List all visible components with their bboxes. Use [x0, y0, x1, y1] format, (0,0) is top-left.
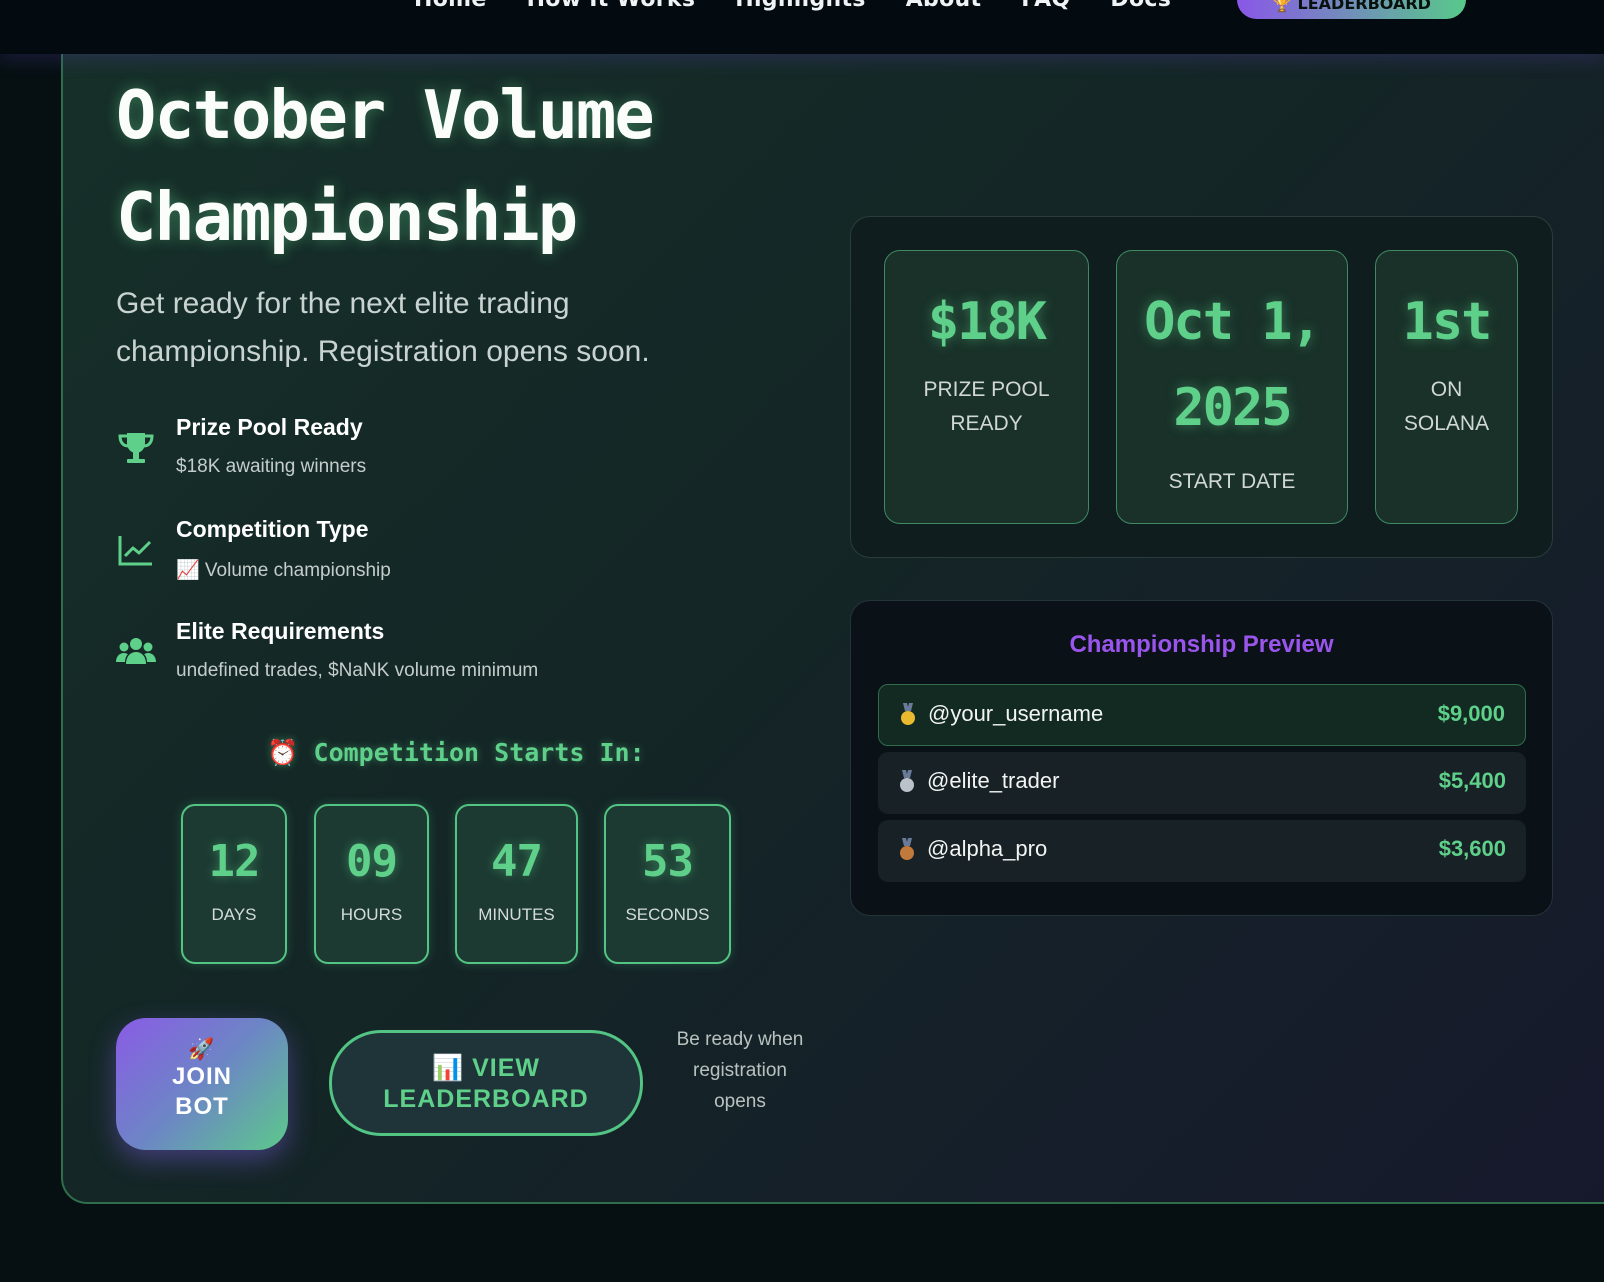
leaderboard-username: @alpha_pro [927, 836, 1048, 861]
silver-medal-icon [900, 770, 914, 792]
title-line-1: October Volume [116, 76, 655, 154]
leaderboard-row: @alpha_pro $3,600 [878, 820, 1526, 882]
leaderboard-row: @elite_trader $5,400 [878, 752, 1526, 814]
championship-preview: Championship Preview @your_username $9,0… [850, 600, 1553, 916]
hero-subtitle: Get ready for the next elite trading cha… [116, 287, 650, 368]
feature-title: Competition Type [176, 516, 369, 542]
countdown-value: 53 [642, 836, 694, 887]
feature-desc: undefined trades, $NaNK volume minimum [176, 660, 539, 681]
leaderboard-amount: $9,000 [1437, 701, 1505, 726]
chart-line-icon [118, 536, 152, 566]
rocket-icon: 🚀 [188, 1038, 216, 1061]
stat-label: PRIZE POOL READY [923, 378, 1050, 435]
nav-links: Home How It Works Highlights About FAQ D… [414, 0, 1171, 12]
countdown-value: 47 [491, 836, 543, 887]
countdown-value: 09 [346, 836, 398, 887]
leaderboard-row: @your_username $9,000 [878, 684, 1526, 746]
registration-note: Be ready when registration opens [676, 1029, 804, 1112]
preview-title: Championship Preview [1069, 631, 1334, 658]
stat-label: START DATE [1168, 470, 1296, 493]
leaderboard-username: @your_username [928, 701, 1104, 726]
feature-title: Prize Pool Ready [176, 414, 363, 440]
stat-value: Oct 1, 2025 [1144, 292, 1322, 438]
nav-link-faq[interactable]: FAQ [1021, 0, 1070, 12]
countdown-seconds: 53 SECONDS [604, 804, 731, 964]
countdown-label: HOURS [340, 905, 403, 924]
countdown-label: DAYS [211, 905, 257, 924]
feature-desc: 📈 Volume championship [176, 560, 391, 581]
leaderboard-username: @elite_trader [927, 768, 1060, 793]
countdown-days: 12 DAYS [181, 804, 287, 964]
stat-label: ON SOLANA [1403, 378, 1490, 435]
countdown-minutes: 47 MINUTES [455, 804, 578, 964]
nav-link-highlights[interactable]: Highlights [735, 0, 865, 12]
users-icon [116, 638, 156, 664]
countdown-label: MINUTES [478, 905, 555, 924]
top-nav: Home How It Works Highlights About FAQ D… [0, 0, 1604, 54]
leaderboard-amount: $3,600 [1438, 836, 1506, 861]
feature-desc: $18K awaiting winners [176, 456, 367, 477]
page-title: October Volume Championship [116, 64, 876, 268]
stat-value: $18K [927, 292, 1047, 352]
stat-value: 1st [1402, 292, 1493, 352]
stat-network: 1st ON SOLANA [1375, 250, 1518, 524]
join-bot-button[interactable]: 🚀 JOIN BOT [116, 1018, 288, 1150]
stat-start-date: Oct 1, 2025 START DATE [1116, 250, 1348, 524]
nav-link-docs[interactable]: Docs [1110, 0, 1171, 12]
feature-title: Elite Requirements [176, 618, 385, 644]
trophy-icon [118, 433, 154, 463]
nav-link-how-it-works[interactable]: How It Works [527, 0, 696, 12]
leaderboard-amount: $5,400 [1438, 768, 1506, 793]
countdown-label: SECONDS [625, 905, 710, 924]
view-leaderboard-button[interactable]: 📊 VIEW LEADERBOARD [329, 1030, 643, 1136]
countdown-value: 12 [208, 836, 261, 887]
title-line-2: Championship [116, 178, 578, 256]
leaderboard-nav-button[interactable]: 🏆 LEADERBOARD [1237, 0, 1466, 19]
countdown-title: ⏰ Competition Starts In: [267, 738, 645, 767]
view-leaderboard-label: 📊 VIEW LEADERBOARD [383, 1054, 589, 1113]
nav-link-about[interactable]: About [906, 0, 982, 12]
nav-link-home[interactable]: Home [414, 0, 487, 12]
stat-prize-pool: $18K PRIZE POOL READY [884, 250, 1089, 524]
countdown-hours: 09 HOURS [314, 804, 429, 964]
bronze-medal-icon [900, 838, 914, 860]
join-bot-label: JOIN BOT [171, 1063, 232, 1120]
gold-medal-icon [901, 703, 915, 725]
